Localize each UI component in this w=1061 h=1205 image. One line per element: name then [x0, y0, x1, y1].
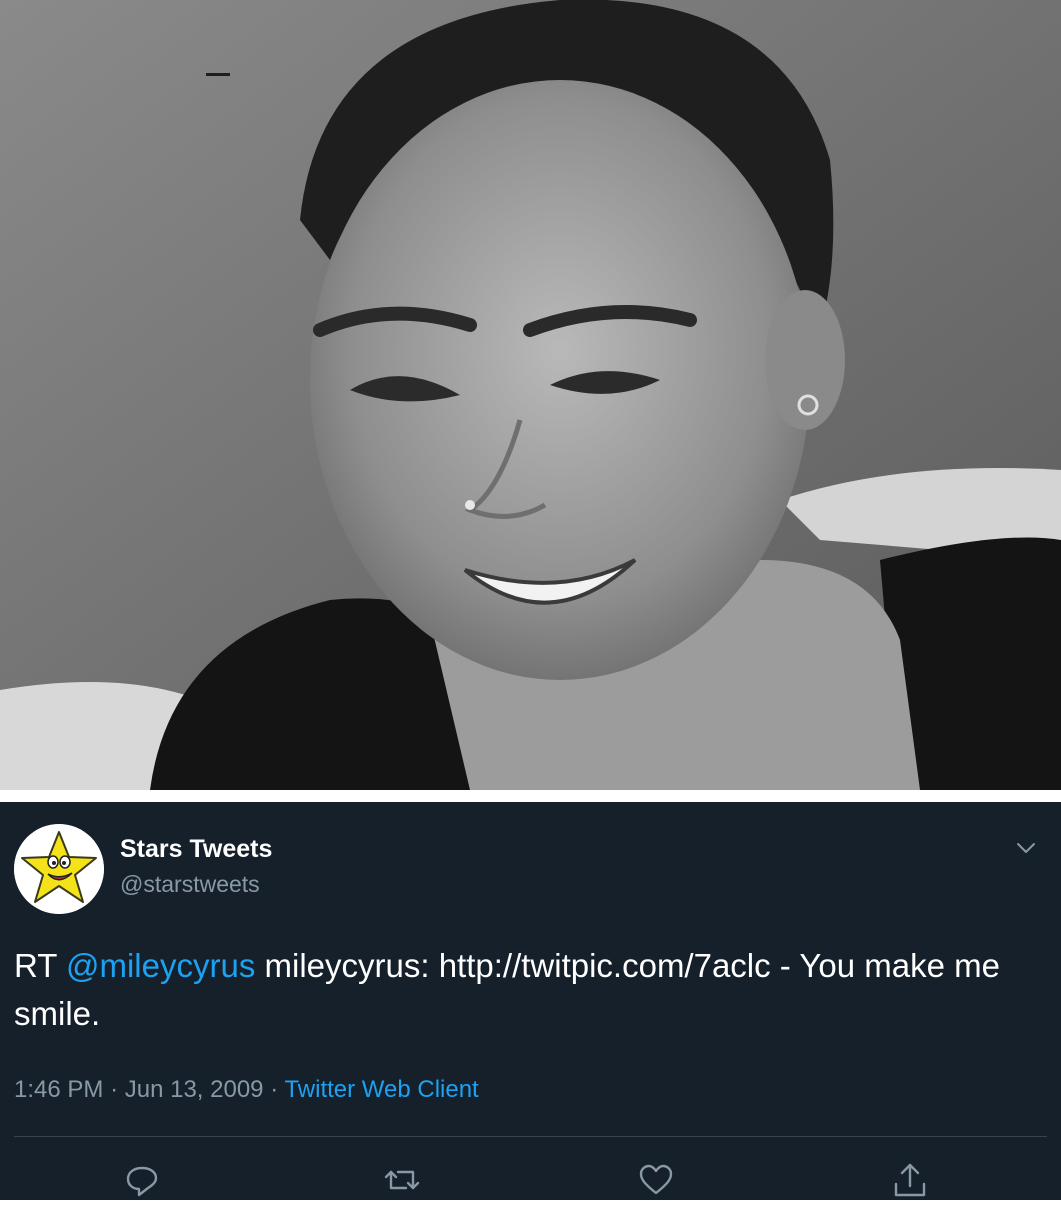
meta-separator: ·: [110, 1076, 119, 1103]
portrait-image: [0, 0, 1061, 790]
mention-link[interactable]: @mileycyrus: [66, 947, 255, 984]
tweet-card: Stars Tweets @starstweets RT @mileycyrus…: [0, 802, 1061, 1200]
text-prefix: RT: [14, 947, 66, 984]
display-name[interactable]: Stars Tweets: [120, 835, 272, 864]
tweet-time[interactable]: 1:46 PM: [14, 1076, 103, 1103]
tweet-photo[interactable]: [0, 0, 1061, 790]
reply-icon[interactable]: [122, 1160, 162, 1200]
star-avatar-icon: [14, 824, 104, 914]
image-divider: [0, 790, 1061, 802]
like-icon[interactable]: [636, 1160, 676, 1200]
chevron-down-icon[interactable]: [1014, 836, 1038, 860]
share-icon[interactable]: [890, 1160, 930, 1200]
meta-separator: ·: [270, 1076, 279, 1103]
actions-divider: [14, 1136, 1047, 1137]
retweet-icon[interactable]: [382, 1160, 422, 1200]
avatar[interactable]: [14, 824, 104, 914]
tweet-source[interactable]: Twitter Web Client: [284, 1076, 478, 1103]
user-handle[interactable]: @starstweets: [120, 871, 260, 898]
tweet-meta: 1:46 PM · Jun 13, 2009 · Twitter Web Cli…: [14, 1076, 479, 1104]
tweet-text: RT @mileycyrus mileycyrus: http://twitpi…: [14, 942, 1044, 1038]
text-mid: mileycyrus:: [255, 947, 439, 984]
tweet-date[interactable]: Jun 13, 2009: [125, 1076, 264, 1103]
twitpic-link[interactable]: http://twitpic.com/7aclc: [439, 947, 771, 984]
